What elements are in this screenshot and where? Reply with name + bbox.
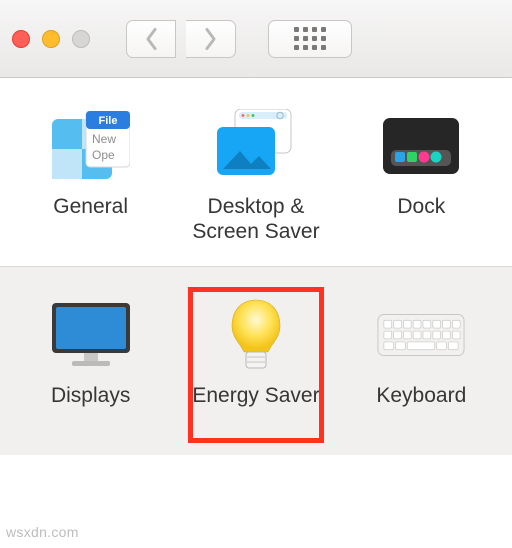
displays-icon: [46, 295, 136, 375]
keyboard-icon: [376, 295, 466, 375]
general-open-text: Ope: [92, 148, 115, 162]
pref-keyboard[interactable]: Keyboard: [341, 295, 501, 435]
desktop-screensaver-icon: [211, 106, 301, 186]
traffic-lights: [12, 30, 90, 48]
energy-saver-icon: [211, 295, 301, 375]
chevron-right-icon: [202, 27, 219, 51]
pref-general[interactable]: File New Ope General: [11, 106, 171, 246]
dock-icon: [376, 106, 466, 186]
general-new-text: New: [92, 132, 116, 146]
general-icon: File New Ope: [46, 106, 136, 186]
pref-energy-saver-label: Energy Saver: [192, 383, 319, 435]
pref-desktop-screensaver[interactable]: Desktop & Screen Saver: [176, 106, 336, 246]
chevron-left-icon: [143, 27, 160, 51]
zoom-window-button[interactable]: [72, 30, 90, 48]
grid-icon: [294, 27, 326, 50]
pref-dock-label: Dock: [397, 194, 445, 246]
pref-dock[interactable]: Dock: [341, 106, 501, 246]
watermark-text: wsxdn.com: [6, 524, 79, 540]
pref-keyboard-label: Keyboard: [376, 383, 466, 435]
prefs-row-1: File New Ope General Desktop & Screen Sa…: [0, 78, 512, 267]
pref-energy-saver[interactable]: Energy Saver: [176, 295, 336, 435]
pref-general-label: General: [53, 194, 128, 246]
prefs-row-2: Displays Energy Saver: [0, 267, 512, 455]
back-button[interactable]: [126, 20, 176, 58]
forward-button[interactable]: [186, 20, 236, 58]
pref-displays[interactable]: Displays: [11, 295, 171, 435]
show-all-button[interactable]: [268, 20, 352, 58]
pref-displays-label: Displays: [51, 383, 130, 435]
minimize-window-button[interactable]: [42, 30, 60, 48]
general-file-text: File: [98, 115, 117, 127]
close-window-button[interactable]: [12, 30, 30, 48]
window-toolbar: [0, 0, 512, 78]
pref-desktop-screensaver-label: Desktop & Screen Saver: [176, 194, 336, 246]
